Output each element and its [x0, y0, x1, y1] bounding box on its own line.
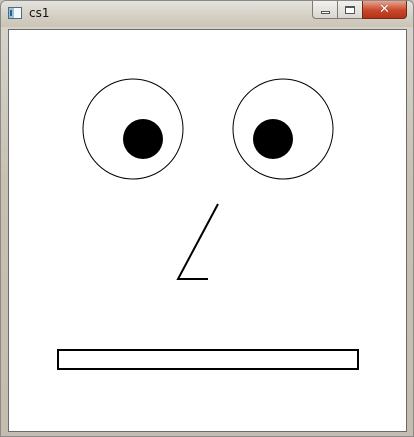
left-eye [82, 78, 184, 180]
caption-buttons: ✕ [312, 1, 407, 19]
drawing-canvas-area [8, 29, 407, 432]
maximize-icon [345, 5, 355, 14]
maximize-button[interactable] [337, 1, 362, 19]
application-window-icon[interactable] [8, 7, 22, 19]
minimize-icon [320, 10, 330, 14]
left-pupil [123, 119, 163, 159]
mouth [57, 349, 359, 370]
face-drawing [57, 78, 359, 370]
right-eye [232, 78, 334, 180]
application-window: cs1 ✕ [0, 0, 414, 437]
minimize-button[interactable] [312, 1, 337, 19]
title-bar[interactable]: cs1 ✕ [1, 1, 413, 27]
right-pupil [253, 119, 293, 159]
close-icon: ✕ [379, 2, 390, 17]
window-title: cs1 [29, 6, 50, 20]
close-button[interactable]: ✕ [362, 1, 407, 19]
nose [176, 203, 219, 280]
